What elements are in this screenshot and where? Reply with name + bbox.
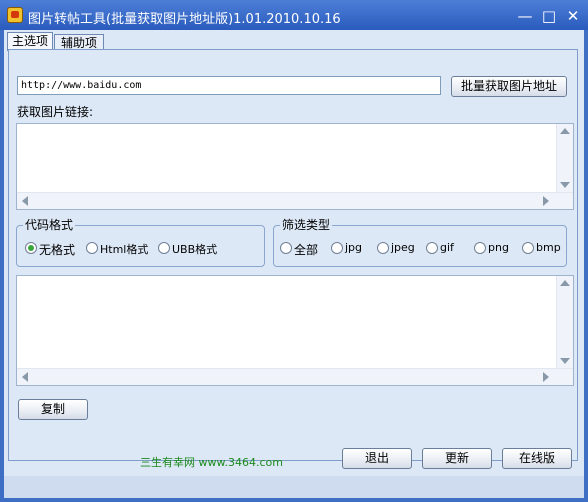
scroll-right-arrow-icon[interactable] [543, 372, 549, 382]
window-title: 图片转帖工具(批量获取图片地址版)1.01.2010.10.16 [28, 12, 341, 27]
links-label: 获取图片链接: [17, 105, 94, 119]
radio-filter-jpg[interactable] [331, 242, 343, 254]
scroll-left-arrow-icon[interactable] [22, 372, 28, 382]
scroll-down-arrow-icon[interactable] [560, 358, 570, 364]
radio-filter-gif-label: gif [440, 241, 454, 254]
scroll-left-arrow-icon[interactable] [22, 196, 28, 206]
radio-filter-jpeg[interactable] [377, 242, 389, 254]
radio-filter-all-label: 全部 [294, 243, 319, 257]
output-vertical-scrollbar[interactable] [556, 276, 573, 369]
radio-filter-bmp-label: bmp [536, 241, 561, 254]
exit-button[interactable]: 退出 [342, 448, 412, 469]
radio-filter-png[interactable] [474, 242, 486, 254]
radio-html-format[interactable] [86, 242, 98, 254]
status-strip [4, 476, 584, 498]
code-format-group: 代码格式 无格式 Html格式 UBB格式 [16, 218, 265, 267]
url-input[interactable]: http://www.baidu.com [17, 76, 441, 95]
minimize-button[interactable]: — [516, 7, 534, 25]
scroll-down-arrow-icon[interactable] [560, 182, 570, 188]
links-textarea[interactable] [16, 123, 574, 210]
radio-ubb-format[interactable] [158, 242, 170, 254]
radio-filter-all[interactable] [280, 242, 292, 254]
output-textarea[interactable] [16, 275, 574, 386]
app-window: 图片转帖工具(批量获取图片地址版)1.01.2010.10.16 — □ ✕ 主… [0, 0, 588, 502]
filter-type-title: 筛选类型 [280, 218, 333, 232]
copy-button[interactable]: 复制 [18, 399, 88, 420]
links-vertical-scrollbar[interactable] [556, 124, 573, 193]
maximize-button[interactable]: □ [540, 7, 558, 25]
output-horizontal-scrollbar[interactable] [17, 368, 573, 385]
radio-no-format[interactable] [25, 242, 37, 254]
online-version-button[interactable]: 在线版 [502, 448, 572, 469]
links-horizontal-scrollbar[interactable] [17, 192, 573, 209]
scroll-up-arrow-icon[interactable] [560, 280, 570, 286]
scroll-up-arrow-icon[interactable] [560, 128, 570, 134]
client-area: 主选项 辅助项 http://www.baidu.com 批量获取图片地址 获取… [4, 30, 584, 498]
radio-html-format-label: Html格式 [100, 243, 149, 256]
radio-filter-png-label: png [488, 241, 509, 254]
batch-fetch-button[interactable]: 批量获取图片地址 [451, 76, 567, 97]
title-bar[interactable]: 图片转帖工具(批量获取图片地址版)1.01.2010.10.16 — □ ✕ [0, 0, 588, 30]
close-button[interactable]: ✕ [564, 7, 582, 25]
app-icon[interactable] [7, 7, 23, 23]
radio-filter-gif[interactable] [426, 242, 438, 254]
scroll-right-arrow-icon[interactable] [543, 196, 549, 206]
radio-ubb-format-label: UBB格式 [172, 243, 218, 256]
update-button[interactable]: 更新 [422, 448, 492, 469]
radio-no-format-label: 无格式 [39, 243, 76, 257]
site-link[interactable]: 三生有幸网 www.3464.com [140, 454, 283, 470]
main-options-panel: http://www.baidu.com 批量获取图片地址 获取图片链接: 代码… [8, 49, 578, 461]
radio-filter-jpg-label: jpg [345, 241, 363, 254]
radio-filter-bmp[interactable] [522, 242, 534, 254]
radio-filter-jpeg-label: jpeg [391, 241, 415, 254]
filter-type-group: 筛选类型 全部 jpg jpeg gif png bmp [273, 218, 567, 267]
code-format-title: 代码格式 [23, 218, 76, 232]
